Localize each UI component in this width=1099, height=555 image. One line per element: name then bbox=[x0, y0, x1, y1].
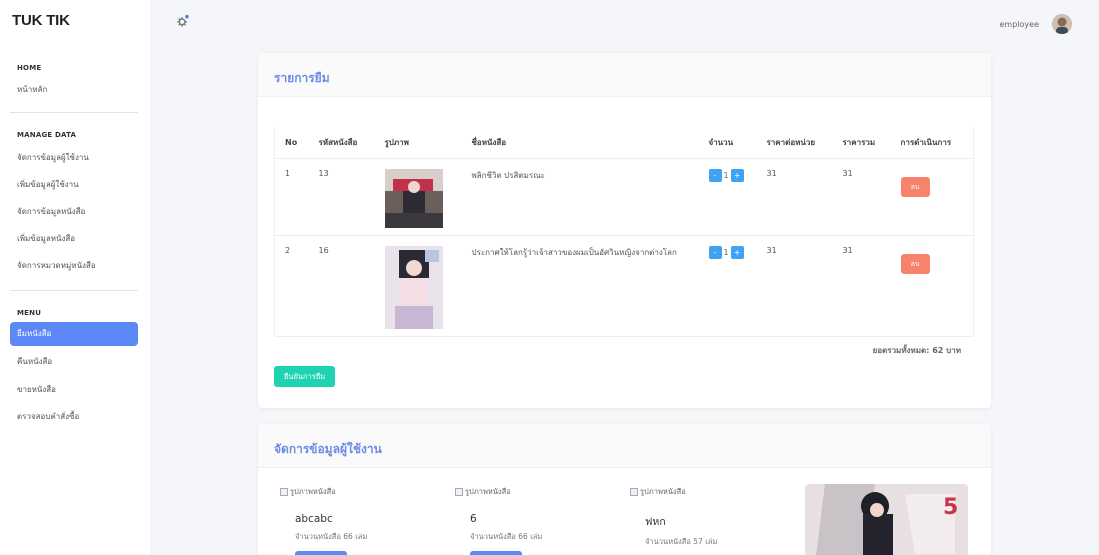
cell-unit-price: 31 bbox=[756, 234, 833, 337]
svg-text:5: 5 bbox=[943, 495, 958, 520]
borrow-list-title: รายการยืม bbox=[258, 53, 991, 97]
book-card[interactable]: รูปภาพหนังสือ abcabc จำนวนหนังสือ 66 เล่… bbox=[280, 486, 430, 555]
sidebar-divider bbox=[10, 290, 138, 291]
sidebar-item-add-book[interactable]: เพิ่มข้อมูลหนังสือ bbox=[10, 227, 138, 251]
cell-title: ประกาศให้โลกรู้ว่าเจ้าสาวของผมเป็นอัศวิน… bbox=[461, 234, 699, 337]
cell-title: พลิกชีวิต ปรสิตมรณะ bbox=[461, 157, 699, 235]
increase-qty-button[interactable]: + bbox=[730, 168, 744, 182]
book-cover-image bbox=[384, 245, 443, 329]
col-unit-price: ราคาต่อหน่วย bbox=[756, 127, 833, 159]
cell-qty: - 1 + bbox=[698, 234, 757, 337]
sidebar-item-manage-users[interactable]: จัดการข้อมูลผู้ใช้งาน bbox=[10, 146, 138, 170]
broken-image: รูปภาพหนังสือ bbox=[630, 486, 780, 498]
col-code: รหัสหนังสือ bbox=[308, 127, 375, 159]
book-count: จำนวนหนังสือ 66 เล่ม bbox=[470, 532, 543, 541]
cell-total: 31 bbox=[832, 234, 891, 337]
qty-value: 1 bbox=[723, 170, 729, 180]
book-name: 6 bbox=[470, 513, 477, 525]
col-title: ชื่อหนังสือ bbox=[461, 127, 699, 159]
brand-logo[interactable]: TUK TIK bbox=[12, 12, 70, 29]
book-cover-image bbox=[384, 168, 443, 228]
sidebar-item-add-user[interactable]: เพิ่มข้อมูลผู้ใช้งาน bbox=[10, 173, 138, 197]
cell-unit-price: 31 bbox=[756, 157, 833, 235]
section-title-home: HOME bbox=[17, 64, 42, 72]
broken-image: รูปภาพหนังสือ bbox=[280, 486, 430, 498]
book-card[interactable]: รูปภาพหนังสือ ฟหก จำนวนหนังสือ 57 เล่ม bbox=[630, 486, 780, 555]
col-actions: การดำเนินการ bbox=[890, 127, 974, 159]
decrease-qty-button[interactable]: - bbox=[708, 168, 722, 182]
book-action-button[interactable] bbox=[295, 551, 347, 555]
borrow-table: No รหัสหนังสือ รูปภาพ ชื่อหนังสือ จำนวน … bbox=[274, 127, 974, 337]
delete-button[interactable]: ลบ bbox=[900, 176, 930, 197]
sidebar-item-borrow[interactable]: ยืมหนังสือ bbox=[10, 322, 138, 346]
sidebar: TUK TIK HOME หน้าหลัก MANAGE DATA จัดการ… bbox=[0, 0, 150, 555]
decrease-qty-button[interactable]: - bbox=[708, 245, 722, 259]
cell-no: 2 bbox=[274, 234, 309, 337]
col-total: ราคารวม bbox=[832, 127, 891, 159]
book-name: abcabc bbox=[295, 513, 333, 525]
book-action-button[interactable] bbox=[470, 551, 522, 555]
cell-image bbox=[374, 234, 462, 337]
sidebar-item-manage-categories[interactable]: จัดการหมวดหมู่หนังสือ bbox=[10, 254, 138, 278]
table-row: 1 13 พลิกชีวิต ปรสิตมรณะ - 1 + 31 31 ลบ bbox=[274, 157, 974, 235]
book-cover-image[interactable]: 5 bbox=[805, 484, 968, 555]
cell-code: 16 bbox=[308, 234, 375, 337]
sidebar-item-home[interactable]: หน้าหลัก bbox=[10, 78, 138, 102]
sidebar-item-return[interactable]: คืนหนังสือ bbox=[10, 350, 138, 374]
section-title-menu: MENU bbox=[17, 309, 42, 317]
sidebar-divider bbox=[10, 112, 138, 113]
table-header-row: No รหัสหนังสือ รูปภาพ ชื่อหนังสือ จำนวน … bbox=[274, 127, 974, 159]
qty-value: 1 bbox=[723, 247, 729, 257]
cell-total: 31 bbox=[832, 157, 891, 235]
cell-actions: ลบ bbox=[890, 157, 974, 235]
broken-image: รูปภาพหนังสือ bbox=[455, 486, 605, 498]
user-name[interactable]: employee bbox=[1000, 20, 1040, 29]
grand-total: ยอดรวมทั้งหมด: 62 บาท bbox=[872, 346, 961, 355]
cell-no: 1 bbox=[274, 157, 309, 235]
cell-qty: - 1 + bbox=[698, 157, 757, 235]
book-count: จำนวนหนังสือ 57 เล่ม bbox=[645, 537, 718, 546]
confirm-borrow-button[interactable]: ยืนยันการยืม bbox=[274, 366, 336, 387]
section-title-manage-data: MANAGE DATA bbox=[17, 131, 77, 139]
table-row: 2 16 ประกาศให้โลกรู้ว่าเจ้าสาวของผมเป็นอ… bbox=[274, 234, 974, 337]
sidebar-item-manage-books[interactable]: จัดการข้อมูลหนังสือ bbox=[10, 200, 138, 224]
borrow-list-card: รายการยืม No รหัสหนังสือ รูปภาพ ชื่อหนัง… bbox=[258, 53, 991, 408]
books-card: จัดการข้อมูลผู้ใช้งาน รูปภาพหนังสือ abca… bbox=[258, 424, 991, 555]
avatar[interactable] bbox=[1052, 14, 1072, 34]
cell-actions: ลบ bbox=[890, 234, 974, 337]
delete-button[interactable]: ลบ bbox=[900, 253, 930, 274]
cell-image bbox=[374, 157, 462, 235]
book-card[interactable]: รูปภาพหนังสือ 6 จำนวนหนังสือ 66 เล่ม bbox=[455, 486, 605, 555]
gear-icon[interactable] bbox=[176, 14, 190, 28]
col-qty: จำนวน bbox=[698, 127, 757, 159]
col-no: No bbox=[274, 127, 309, 159]
col-image: รูปภาพ bbox=[374, 127, 462, 159]
cell-code: 13 bbox=[308, 157, 375, 235]
book-count: จำนวนหนังสือ 66 เล่ม bbox=[295, 532, 368, 541]
sidebar-item-orders[interactable]: ตรวจสอบคำสั่งซื้อ bbox=[10, 405, 138, 429]
books-section-title: จัดการข้อมูลผู้ใช้งาน bbox=[258, 424, 991, 468]
book-name: ฟหก bbox=[645, 516, 666, 528]
sidebar-item-sell[interactable]: ขายหนังสือ bbox=[10, 378, 138, 402]
increase-qty-button[interactable]: + bbox=[730, 245, 744, 259]
